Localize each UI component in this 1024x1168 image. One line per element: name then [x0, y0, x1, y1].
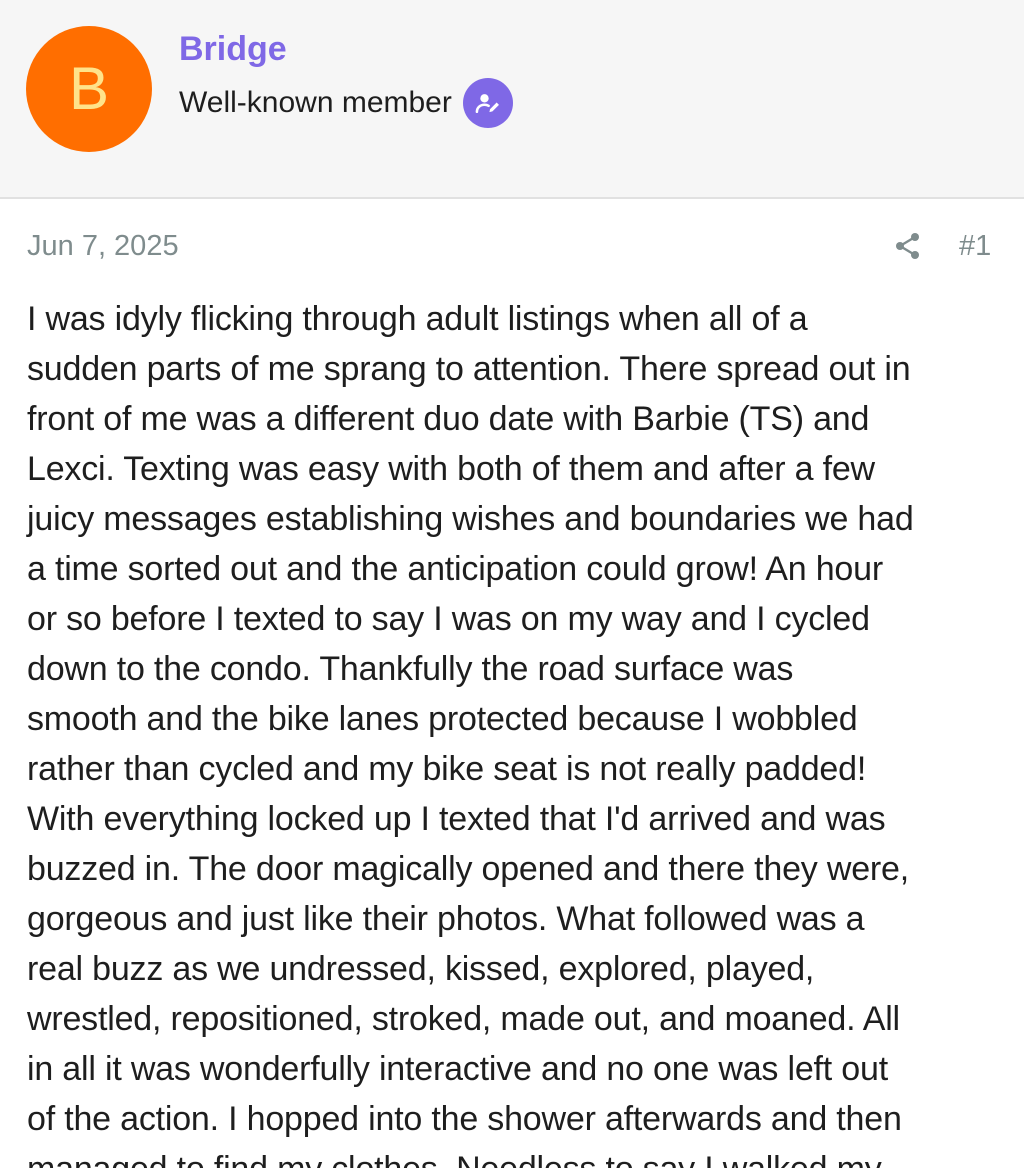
post-body-line: managed to find my clothes. Needless to … [27, 1144, 1002, 1168]
verified-edit-icon[interactable] [462, 78, 513, 128]
user-title-row: Well-known member [179, 78, 513, 128]
post-body-line: or so before I texted to say I was on my… [27, 600, 870, 638]
post-body-line: gorgeous and just like their photos. Wha… [27, 900, 865, 938]
post-body: I was idyly flicking through adult listi… [27, 294, 1002, 1168]
post-body-line: rather than cycled and my bike seat is n… [27, 750, 867, 788]
post-body-line: of the action. I hopped into the shower … [27, 1100, 902, 1138]
post-body-line: front of me was a different duo date wit… [27, 400, 870, 438]
post-number-link[interactable]: #1 [959, 230, 991, 263]
post-body-line: a time sorted out and the anticipation c… [27, 550, 883, 588]
username-link[interactable]: Bridge [179, 30, 287, 69]
post-body-line: real buzz as we undressed, kissed, explo… [27, 950, 815, 988]
post-body-line: juicy messages establishing wishes and b… [27, 500, 914, 538]
post-body-line: wrestled, repositioned, stroked, made ou… [27, 1000, 900, 1038]
post-body-line: sudden parts of me sprang to attention. … [27, 350, 911, 388]
user-title: Well-known member [179, 86, 452, 119]
avatar[interactable]: B [26, 26, 152, 152]
post-body-line: in all it was wonderfully interactive an… [27, 1050, 888, 1088]
post-body-line: smooth and the bike lanes protected beca… [27, 700, 858, 738]
post-body-line: buzzed in. The door magically opened and… [27, 850, 909, 888]
post-date[interactable]: Jun 7, 2025 [27, 230, 179, 263]
post-body-line: I was idyly flicking through adult listi… [27, 300, 808, 338]
post-body-line: With everything locked up I texted that … [27, 800, 886, 838]
post-body-line: Lexci. Texting was easy with both of the… [27, 450, 875, 488]
share-icon[interactable] [893, 231, 923, 261]
user-header: B Bridge Well-known member [0, 0, 1024, 199]
post-body-line: down to the condo. Thankfully the road s… [27, 650, 794, 688]
